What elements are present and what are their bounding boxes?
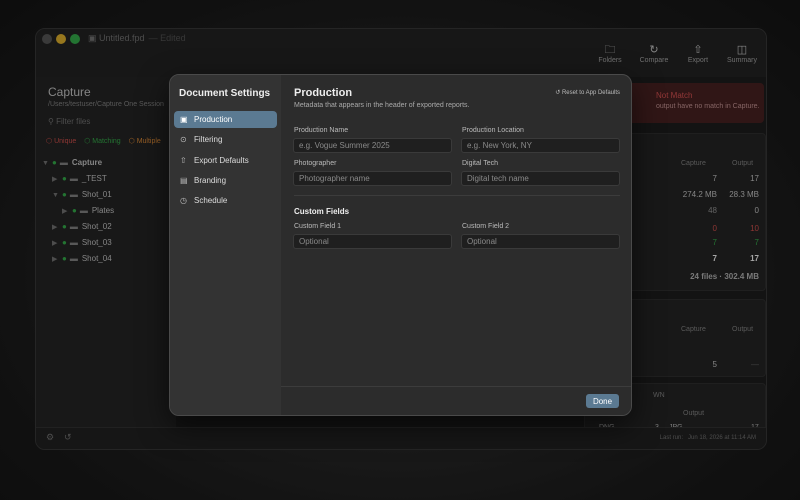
export-icon: ⇧ xyxy=(180,156,187,165)
nav-filtering[interactable]: ⊙ Filtering xyxy=(174,131,277,148)
settings-content: Production Metadata that appears in the … xyxy=(281,75,631,415)
image-icon: ▤ xyxy=(180,176,188,185)
production-location-input[interactable] xyxy=(461,138,620,153)
filter-icon: ⊙ xyxy=(180,135,187,144)
production-location-label: Production Location xyxy=(462,127,524,134)
custom-field-2-input[interactable] xyxy=(461,234,620,249)
production-name-label: Production Name xyxy=(294,127,349,134)
id-card-icon: ▣ xyxy=(180,115,188,124)
custom-fields-title: Custom Fields xyxy=(294,207,350,216)
reset-defaults-button[interactable]: ↺ Reset to App Defaults xyxy=(555,89,620,96)
production-name-input[interactable] xyxy=(293,138,452,153)
nav-branding[interactable]: ▤ Branding xyxy=(174,172,277,189)
custom-field-1-input[interactable] xyxy=(293,234,452,249)
section-title: Production xyxy=(294,87,353,99)
nav-schedule[interactable]: ◷ Schedule xyxy=(174,192,277,209)
clock-icon: ◷ xyxy=(180,196,187,205)
document-settings-dialog: Document Settings ▣ Production ⊙ Filtering… xyxy=(169,74,632,416)
digital-tech-label: Digital Tech xyxy=(462,160,499,167)
photographer-label: Photographer xyxy=(294,160,337,167)
photographer-input[interactable] xyxy=(293,171,452,186)
section-subtitle: Metadata that appears in the header of e… xyxy=(294,102,470,109)
dialog-footer: Done xyxy=(281,386,631,415)
done-button[interactable]: Done xyxy=(586,394,619,408)
settings-sidebar-title: Document Settings xyxy=(179,88,271,99)
custom-field-2-label: Custom Field 2 xyxy=(462,223,510,230)
settings-sidebar: Document Settings ▣ Production ⊙ Filtering… xyxy=(170,75,281,415)
section-divider xyxy=(294,195,620,196)
reset-icon: ↺ xyxy=(555,90,561,96)
nav-export-defaults[interactable]: ⇧ Export Defaults xyxy=(174,152,277,169)
digital-tech-input[interactable] xyxy=(461,171,620,186)
nav-production[interactable]: ▣ Production xyxy=(174,111,277,128)
custom-field-1-label: Custom Field 1 xyxy=(294,223,342,230)
